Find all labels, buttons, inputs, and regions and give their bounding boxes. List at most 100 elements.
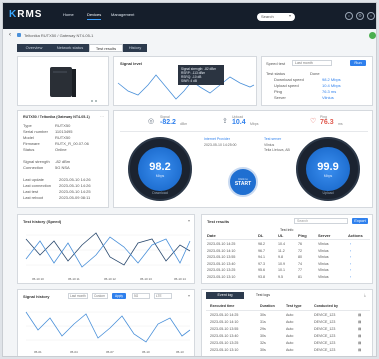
table-cell: 9.8 [278, 255, 283, 259]
row-action-icon[interactable]: › [350, 255, 351, 259]
info-value: RUTX_R_00.07.06 [55, 141, 89, 146]
x-tick: 05-07 [106, 350, 114, 354]
x-tick: 05-10 [142, 350, 150, 354]
ping-icon: ♡ [310, 118, 317, 125]
info-row: Status Online [23, 147, 67, 152]
more-icon[interactable]: ··· [100, 114, 104, 119]
speed-test-panel: Speed test Last month Run Test status Don… [261, 56, 373, 106]
info-row: Connection 5G NSA [23, 165, 70, 170]
table-cell: 97.3 [258, 261, 265, 266]
search-input[interactable]: Search ▾ [257, 13, 295, 21]
device-info-panel: RUTX50 / Teltonika (Gateway NT4-05-1) ··… [17, 110, 109, 208]
table-cell: 2023-05-10 13:40 [210, 334, 239, 338]
table-cell: 81 [298, 274, 302, 279]
test-logs-panel: Event log Test logs ⤓ Executed time Dura… [201, 289, 373, 356]
info-label: Firmware [23, 141, 40, 146]
row-action-icon[interactable]: › [350, 262, 351, 266]
file-icon[interactable]: ▤ [358, 334, 361, 338]
test-row-value: 10.4 Mbps [322, 83, 341, 88]
table-cell: DEVICE_123 [314, 341, 336, 345]
test-row-value: Done [310, 71, 320, 76]
test-row: Upload speed 10.4 Mbps [274, 83, 341, 88]
tab-overview[interactable]: Overview [17, 44, 51, 52]
divider [120, 131, 368, 132]
table-cell: Auto [286, 320, 294, 324]
info-label: Model [23, 135, 34, 140]
download-gauge: 98.2 Mbps Download [128, 137, 192, 201]
file-icon[interactable]: ▤ [358, 341, 361, 345]
upload-unit: Mbps [323, 174, 333, 178]
row-action-icon[interactable]: › [350, 249, 351, 253]
tab-test-logs[interactable]: Test logs [246, 292, 280, 299]
info-row: Last connection 2023-05-10 14:26 [23, 183, 91, 188]
tab-network-status[interactable]: Network status [51, 44, 89, 52]
table-cell: DEVICE_123 [314, 327, 336, 331]
start-test-button[interactable]: Click to START [228, 167, 258, 197]
file-icon[interactable]: ▤ [358, 313, 361, 317]
nav-devices[interactable]: Devices [87, 12, 102, 20]
row-action-icon[interactable]: › [350, 268, 351, 272]
col-header: Ping [298, 233, 307, 238]
table-cell: 76 [298, 242, 302, 246]
speed-history-chart [25, 232, 191, 268]
file-icon[interactable]: ▤ [358, 320, 361, 324]
tab-event-log[interactable]: Event log [206, 292, 244, 299]
download-unit: Mbps [155, 174, 165, 178]
table-cell: 2023-05-10 13:10 [210, 348, 239, 352]
results-search-input[interactable]: Search [294, 218, 348, 224]
info-label: Last update [23, 177, 44, 182]
info-row: Last update 2023-05-10 14:26 [23, 177, 91, 182]
speed-test-dashboard: ◎ Signal -82.2 dBm ⇪ Upload 10.4 Mbps ♡ … [113, 110, 373, 208]
server-value: Vilnius [264, 143, 275, 147]
start-button-label: START [234, 181, 252, 187]
info-value: 2023-05-10 14:26 [59, 177, 91, 182]
info-value: 2023-05-10 14:25 [59, 189, 91, 194]
gear-icon[interactable]: ⚙ [356, 12, 364, 20]
info-row: Last reboot 2023-05-09 08:11 [23, 195, 90, 200]
period-select[interactable]: Last month [292, 60, 332, 66]
tab-test-results[interactable]: Test results [89, 44, 123, 52]
logo-mark: K [9, 9, 18, 20]
avatar[interactable] [369, 32, 376, 39]
table-cell: 93.8 [258, 274, 265, 279]
download-value: 98.2 [149, 161, 171, 173]
speed-history-chart-panel: Test history (Speed) ▾ 05-10 10 05-10 11… [17, 214, 195, 284]
nav-home[interactable]: Home [63, 12, 74, 17]
provider-value: 2023-05-10 14:25:00 [204, 143, 237, 147]
info-label: Serial number [23, 129, 48, 134]
download-icon[interactable]: ⤓ [364, 292, 366, 297]
bell-icon[interactable]: • [345, 12, 353, 20]
logo[interactable]: KRMS [9, 9, 42, 20]
device-info-title: RUTX50 / Teltonika (Gateway NT4-05-1) [23, 115, 90, 119]
table-cell: 11.2 [278, 248, 285, 253]
row-action-icon[interactable]: › [350, 242, 351, 246]
run-test-button[interactable]: Run [350, 60, 366, 66]
table-cell: DEVICE_123 [314, 348, 336, 352]
col-header: Test type [286, 304, 302, 308]
signal-history-chart [25, 311, 191, 343]
table-cell: Vilnius [318, 248, 329, 253]
test-row: Server Vilnius [274, 95, 334, 100]
info-row: Type RUTX50 [23, 123, 70, 128]
x-tick: 05-01 [34, 350, 42, 354]
table-cell: Auto [286, 334, 294, 338]
info-value: Online [55, 147, 67, 152]
row-action-icon[interactable]: › [350, 275, 351, 279]
info-value: 11013495 [55, 129, 73, 134]
file-icon[interactable]: ▤ [358, 348, 361, 352]
table-cell: 30s [260, 348, 266, 352]
tab-history[interactable]: History [123, 44, 147, 52]
export-button[interactable]: Export [352, 218, 368, 224]
back-arrow-icon[interactable]: ‹ [9, 32, 11, 38]
test-row: Test status Done [266, 71, 320, 76]
table-cell: 9.5 [278, 274, 283, 279]
table-cell: Vilnius [318, 274, 329, 279]
nav-management[interactable]: Management [111, 12, 134, 17]
col-header: UL [278, 233, 284, 238]
info-label: Last connection [23, 183, 52, 188]
table-cell: 2023-05-10 14:25 [210, 313, 239, 317]
test-row-value: 98.2 Mbps [322, 77, 341, 82]
file-icon[interactable]: ▤ [358, 327, 361, 331]
table-cell: 10.4 [278, 242, 285, 246]
user-icon[interactable]: ○ [367, 12, 375, 20]
